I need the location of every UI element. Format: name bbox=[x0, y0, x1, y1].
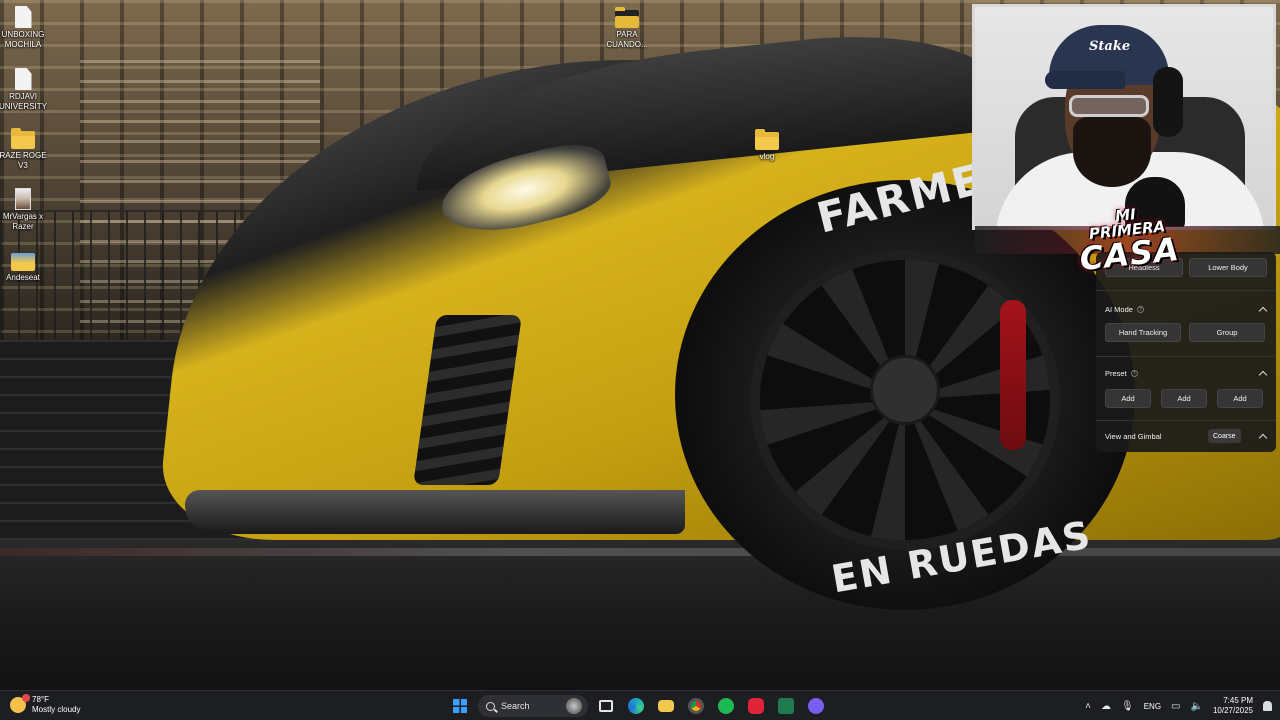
task-view-icon bbox=[599, 700, 613, 712]
weather-temperature: 78°F bbox=[32, 695, 49, 704]
task-view-button[interactable] bbox=[594, 694, 618, 718]
desktop-icon-label: RAZE ROGE V3 bbox=[0, 151, 47, 170]
desktop-icon-label: Andeseat bbox=[6, 273, 40, 282]
group-button[interactable]: Group bbox=[1189, 323, 1265, 342]
car-splitter bbox=[185, 490, 685, 534]
weather-text: 78°F Mostly cloudy bbox=[32, 695, 80, 715]
desktop-icon-unboxing-mochila[interactable]: UNBOXING MOCHILA bbox=[0, 6, 49, 50]
image-folder-icon bbox=[11, 253, 35, 271]
language-indicator[interactable]: ENG bbox=[1144, 702, 1161, 711]
ai-mode-title: AI Mode bbox=[1105, 305, 1133, 314]
ai-mode-header: AI Mode ? bbox=[1105, 305, 1144, 314]
preset-add-button[interactable]: Add bbox=[1217, 389, 1263, 408]
desktop-icon-label: PARA CUANDO... bbox=[606, 30, 648, 49]
car-hub bbox=[870, 355, 940, 425]
excel-button[interactable] bbox=[774, 694, 798, 718]
desktop-icon-para-cuando[interactable]: PARA CUANDO... bbox=[601, 7, 653, 50]
spotify-icon bbox=[718, 698, 734, 714]
desktop-icon-andeseat[interactable]: Andeseat bbox=[0, 253, 49, 283]
car-brake-caliper bbox=[1000, 300, 1026, 450]
chrome-icon bbox=[688, 698, 704, 714]
document-icon bbox=[14, 6, 32, 28]
weather-description: Mostly cloudy bbox=[32, 705, 81, 714]
preset-add-button[interactable]: Add bbox=[1105, 389, 1151, 408]
windows-logo-icon bbox=[453, 699, 467, 713]
folder-icon bbox=[658, 700, 674, 712]
document-icon bbox=[14, 68, 32, 90]
chevron-up-icon[interactable]: ˄ bbox=[1085, 701, 1091, 712]
desktop-icon-raze-roge[interactable]: RAZE ROGE V3 bbox=[0, 128, 49, 171]
taskbar: 78°F Mostly cloudy Search ˄ ☁ 🎙 ENG ▭ 🔈 … bbox=[0, 690, 1280, 720]
taskbar-search[interactable]: Search bbox=[478, 695, 588, 717]
onedrive-icon[interactable]: ☁ bbox=[1101, 701, 1111, 712]
webcam-headphones bbox=[1153, 67, 1183, 137]
desktop-icon-label: vlog bbox=[759, 152, 775, 161]
weather-widget[interactable]: 78°F Mostly cloudy bbox=[10, 694, 80, 715]
preset-header: Preset ? bbox=[1105, 369, 1138, 378]
folder-icon bbox=[615, 7, 639, 28]
panel-divider bbox=[1096, 290, 1276, 291]
lower-body-button[interactable]: Lower Body bbox=[1189, 258, 1267, 277]
desktop-icon-mrvargas-razer[interactable]: MrVargas x Razer bbox=[0, 188, 49, 232]
notification-bell-icon[interactable] bbox=[1263, 701, 1272, 711]
chevron-up-icon[interactable] bbox=[1258, 433, 1268, 443]
cap-logo: Stake bbox=[1089, 39, 1131, 54]
folder-icon bbox=[11, 128, 35, 149]
webcam-feed: Stake bbox=[972, 4, 1276, 230]
chrome-button[interactable] bbox=[684, 694, 708, 718]
system-tray: ˄ ☁ 🎙 ENG ▭ 🔈 7:45 PM 10/27/2025 bbox=[1085, 691, 1272, 720]
search-label: Search bbox=[501, 701, 530, 711]
file-explorer-button[interactable] bbox=[654, 694, 678, 718]
help-icon[interactable]: ? bbox=[1130, 370, 1138, 377]
view-gimbal-title: View and Gimbal bbox=[1105, 432, 1162, 441]
clock-time: 7:45 PM bbox=[1223, 696, 1253, 705]
hand-tracking-button[interactable]: Hand Tracking bbox=[1105, 323, 1181, 342]
edge-button[interactable] bbox=[624, 694, 648, 718]
preset-title: Preset bbox=[1105, 369, 1127, 378]
image-file-icon bbox=[15, 188, 31, 210]
webcam-glasses bbox=[1069, 95, 1149, 117]
track-road bbox=[0, 540, 1280, 690]
preset-add-button[interactable]: Add bbox=[1161, 389, 1207, 408]
spotify-button[interactable] bbox=[714, 694, 738, 718]
desktop-icon-vlog[interactable]: vlog bbox=[741, 129, 793, 162]
clock[interactable]: 7:45 PM 10/27/2025 bbox=[1213, 696, 1253, 716]
discord-icon bbox=[808, 698, 824, 714]
overlay-logo-line2: CASA bbox=[1077, 229, 1182, 279]
desktop-icon-label: UNBOXING MOCHILA bbox=[1, 30, 45, 49]
panel-divider bbox=[1096, 356, 1276, 357]
app-red-icon bbox=[748, 698, 764, 714]
chevron-up-icon[interactable] bbox=[1258, 306, 1268, 316]
help-icon[interactable]: ? bbox=[1136, 306, 1144, 313]
excel-icon bbox=[778, 698, 794, 714]
volume-icon[interactable]: 🔈 bbox=[1191, 701, 1203, 712]
clock-date: 10/27/2025 bbox=[1212, 706, 1253, 715]
taskbar-pinned-apps: Search bbox=[448, 694, 828, 718]
app-red-button[interactable] bbox=[744, 694, 768, 718]
stream-overlay-logo: MI PRIMERA CASA bbox=[1075, 203, 1182, 279]
microphone-icon[interactable]: 🎙 bbox=[1121, 701, 1134, 712]
desktop-icon-label: RDJAVI UNIVERSITY bbox=[0, 92, 47, 111]
settings-panel: Headless Lower Body AI Mode ? Hand Track… bbox=[1096, 252, 1276, 452]
desktop-icon-rdjavi-university[interactable]: RDJAVI UNIVERSITY bbox=[0, 68, 49, 112]
view-gimbal-header: View and Gimbal bbox=[1105, 432, 1162, 441]
weather-icon bbox=[10, 694, 30, 713]
network-icon[interactable]: ▭ bbox=[1171, 701, 1180, 712]
folder-icon bbox=[755, 129, 779, 150]
start-button[interactable] bbox=[448, 694, 472, 718]
webcam-cap-brim bbox=[1045, 71, 1125, 89]
webcam-person-beard bbox=[1073, 117, 1151, 187]
desktop-icon-label: MrVargas x Razer bbox=[2, 212, 44, 231]
search-icon bbox=[486, 701, 495, 711]
gimbal-mode-value[interactable]: Coarse bbox=[1208, 429, 1241, 443]
discord-button[interactable] bbox=[804, 694, 828, 718]
panel-divider bbox=[1096, 420, 1276, 421]
chevron-up-icon[interactable] bbox=[1258, 370, 1268, 380]
search-highlight-icon bbox=[566, 698, 582, 714]
edge-icon bbox=[628, 698, 644, 714]
